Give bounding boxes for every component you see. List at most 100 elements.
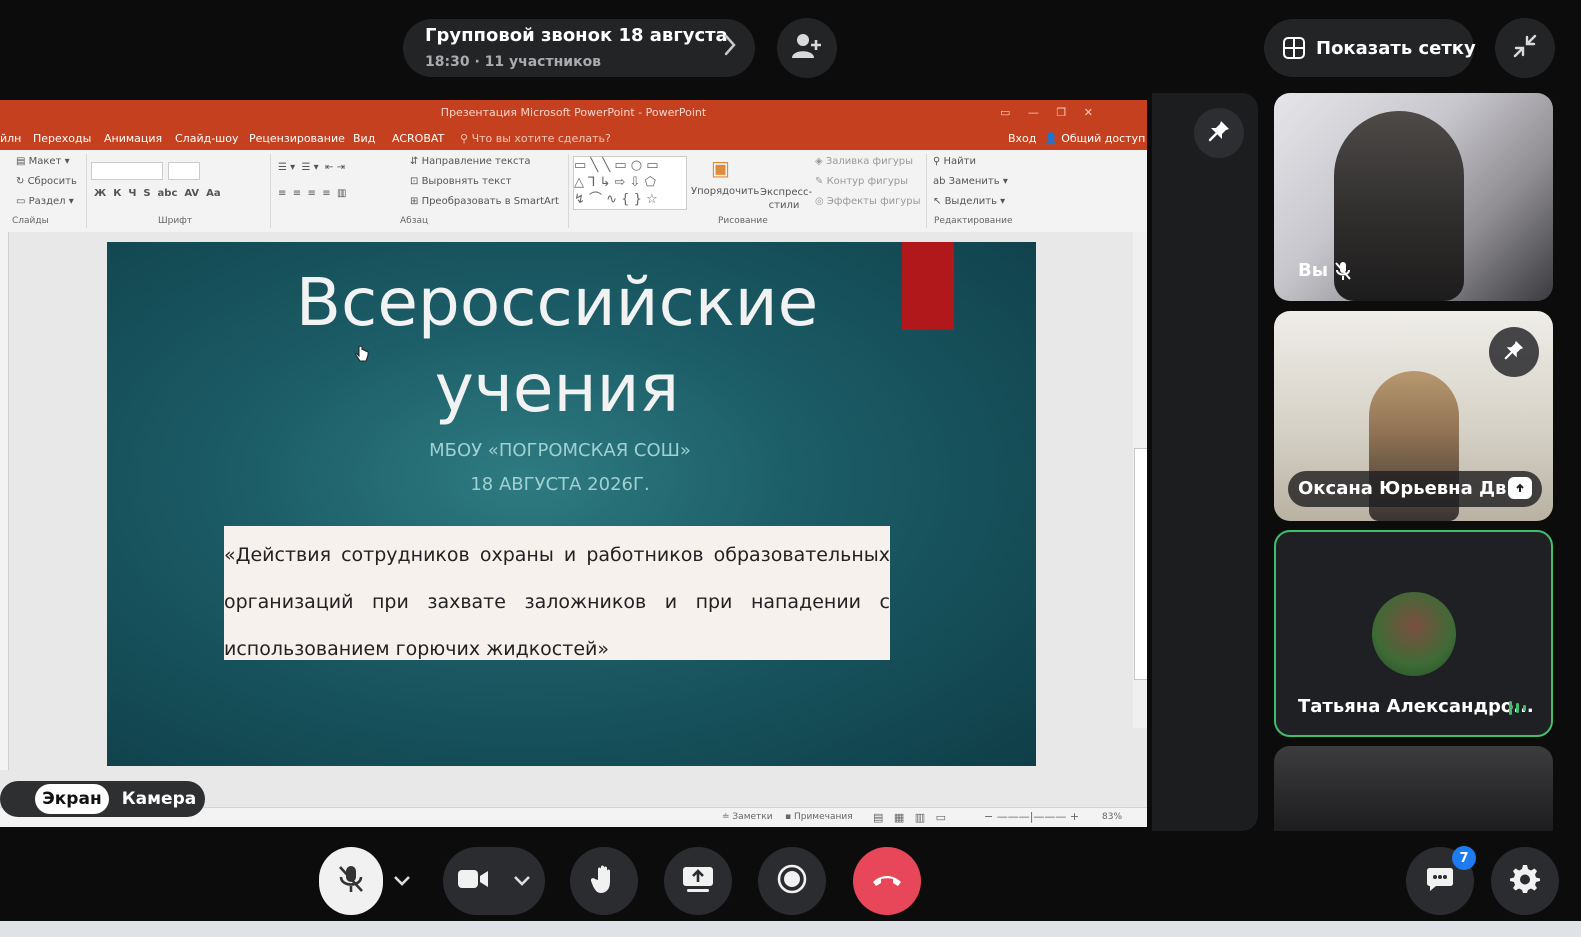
login-link[interactable]: Вход <box>1008 132 1036 145</box>
menu-item-view[interactable]: Вид <box>353 132 375 145</box>
slide-canvas[interactable]: Всероссийские учения МБОУ «ПОГРОМСКАЯ СО… <box>107 242 1036 766</box>
show-grid-button[interactable]: Показать сетку <box>1264 19 1476 77</box>
slide-title-line1: Всероссийские <box>295 264 819 341</box>
source-screen-button[interactable]: Экран <box>35 784 109 814</box>
zoom-level[interactable]: 83% <box>1102 812 1122 822</box>
ribbon-smartart[interactable]: ⊞ Преобразовать в SmartArt <box>410 196 559 207</box>
chat-icon <box>1426 866 1454 896</box>
notes-button[interactable]: ≐ Заметки <box>722 812 773 822</box>
ribbon-group-font: Шрифт <box>158 216 193 226</box>
pin-icon <box>1207 119 1231 147</box>
chevron-down-icon <box>393 872 411 891</box>
ribbon-select[interactable]: ↖ Выделить ▾ <box>933 196 1005 207</box>
settings-button[interactable] <box>1491 847 1559 915</box>
participant-name: Татьяна Александро... <box>1298 696 1534 717</box>
participant-tile-partial[interactable] <box>1274 746 1553 831</box>
share-screen-button[interactable] <box>664 847 732 915</box>
participant-video <box>1334 111 1464 301</box>
mic-toggle-button[interactable] <box>319 847 383 915</box>
slide-title: Всероссийские учения <box>107 260 1007 432</box>
ppt-titlebar: Презентация Microsoft PowerPoint - Power… <box>0 100 1147 126</box>
align-buttons[interactable]: ≡ ≡ ≡ ≡ ▥ <box>278 188 346 199</box>
tell-me-search[interactable]: ⚲ Что вы хотите сделать? <box>460 132 611 145</box>
shared-screen: Презентация Microsoft PowerPoint - Power… <box>0 100 1147 827</box>
font-format-buttons[interactable]: Ж К Ч S abc AV Aa <box>94 188 221 199</box>
collapse-button[interactable] <box>1495 18 1555 78</box>
ribbon-group-slides: Слайды <box>12 216 49 226</box>
call-info-button[interactable]: Групповой звонок 18 августа 18:30 · 11 у… <box>403 19 755 77</box>
participant-name: Оксана Юрьевна Дв... <box>1298 478 1527 499</box>
ribbon-shape-outline[interactable]: ✎ Контур фигуры <box>815 176 908 187</box>
participant-tile-you[interactable]: Вы <box>1274 93 1553 301</box>
pin-participant-button[interactable] <box>1489 327 1539 377</box>
gear-icon <box>1510 864 1540 898</box>
menu-item-acrobat[interactable]: ACROBAT <box>392 132 444 145</box>
ribbon-align-text[interactable]: ⊡ Выровнять текст <box>410 176 511 187</box>
tell-me-label: Что вы хотите сделать? <box>471 132 611 145</box>
end-call-button[interactable] <box>853 847 921 915</box>
add-participant-button[interactable] <box>777 18 837 78</box>
list-buttons[interactable]: ☰ ▾ ☰ ▾ ⇤ ⇥ <box>278 162 345 173</box>
font-name-field[interactable] <box>91 162 163 180</box>
hand-icon <box>590 864 617 898</box>
call-subtitle: 18:30 · 11 участников <box>425 54 602 70</box>
camera-toggle-button[interactable] <box>443 847 545 915</box>
mic-options-button[interactable] <box>383 847 421 915</box>
menu-item-review[interactable]: Рецензирование <box>249 132 345 145</box>
pin-panel <box>1152 93 1258 831</box>
ribbon-arrange[interactable]: Упорядочить <box>691 186 759 197</box>
ribbon-shape-effects[interactable]: ◎ Эффекты фигуры <box>815 196 921 207</box>
record-icon <box>777 864 807 898</box>
call-title: Групповой звонок 18 августа <box>425 25 728 46</box>
menu-item-file[interactable]: йлн <box>0 132 21 145</box>
share-label: Общий доступ <box>1061 132 1146 145</box>
mic-off-icon <box>1334 261 1352 285</box>
raise-hand-button[interactable] <box>570 847 638 915</box>
pin-icon <box>1503 339 1525 365</box>
ribbon-layout[interactable]: ▤ Макет ▾ <box>16 156 70 167</box>
taskbar-strip <box>0 921 1581 937</box>
arrange-icon: ▣ <box>711 156 730 180</box>
ribbon-group-paragraph: Абзац <box>400 216 429 226</box>
font-size-field[interactable] <box>168 162 200 180</box>
ribbon-text-direction[interactable]: ⇵ Направление текста <box>410 156 531 167</box>
ribbon-section[interactable]: ▭ Раздел ▾ <box>16 196 74 207</box>
mic-off-icon <box>337 864 365 898</box>
share-button[interactable]: 👤 Общий доступ <box>1044 132 1145 145</box>
shapes-gallery[interactable]: ▭ ╲ ╲ ▭ ○ ▭ △ ⅂ ↳ ⇨ ⇩ ⬠ ↯ ⌒ ∿ { } ☆ <box>573 156 687 210</box>
scrollbar-thumb[interactable] <box>1134 448 1147 680</box>
record-button[interactable] <box>758 847 826 915</box>
ppt-menubar: йлн Переходы Анимация Слайд-шоу Рецензир… <box>0 126 1147 150</box>
ribbon-find[interactable]: ⚲ Найти <box>933 156 976 167</box>
window-controls: ▭ — ❐ ✕ <box>1000 106 1093 119</box>
slide-school: МБОУ «ПОГРОМСКАЯ СОШ» <box>429 440 691 461</box>
ribbon-group-drawing: Рисование <box>718 216 768 226</box>
grid-icon <box>1282 36 1306 60</box>
ribbon-shape-fill[interactable]: ◈ Заливка фигуры <box>815 156 913 167</box>
chevron-down-icon[interactable] <box>513 872 531 891</box>
screen-share-icon <box>1508 477 1532 499</box>
menu-item-slideshow[interactable]: Слайд-шоу <box>175 132 238 145</box>
menu-item-animation[interactable]: Анимация <box>104 132 162 145</box>
speaking-indicator-icon <box>1508 700 1528 720</box>
camera-icon <box>457 868 489 894</box>
pin-screen-button[interactable] <box>1194 108 1244 158</box>
slide-body-text: «Действия сотрудников охраны и работнико… <box>224 544 890 660</box>
zoom-slider[interactable]: − ———|——— + <box>984 810 1079 823</box>
ribbon-reset[interactable]: ↻ Сбросить <box>16 176 77 187</box>
share-screen-icon <box>681 865 715 897</box>
ppt-ribbon: ▤ Макет ▾ ↻ Сбросить ▭ Раздел ▾ Слайды Ж… <box>0 150 1147 233</box>
hand-cursor-icon <box>355 345 369 364</box>
chevron-right-icon <box>723 33 737 63</box>
comments-button[interactable]: ▪ Примечания <box>785 812 853 822</box>
slide-text-box: «Действия сотрудников охраны и работнико… <box>224 526 890 660</box>
ribbon-replace[interactable]: ab Заменить ▾ <box>933 176 1008 187</box>
source-camera-button[interactable]: Камера <box>118 784 200 814</box>
participant-tile-oksana[interactable]: Оксана Юрьевна Дв... <box>1274 311 1553 521</box>
add-user-icon <box>792 32 822 64</box>
menu-item-transitions[interactable]: Переходы <box>33 132 91 145</box>
participant-tile-tatyana[interactable]: Татьяна Александро... <box>1274 530 1553 737</box>
ribbon-express-styles[interactable]: Экспресс-стили <box>760 186 812 212</box>
participant-name-pill: Оксана Юрьевна Дв... <box>1288 471 1542 507</box>
view-buttons[interactable]: ▤ ▦ ▥ ▭ <box>873 811 946 824</box>
